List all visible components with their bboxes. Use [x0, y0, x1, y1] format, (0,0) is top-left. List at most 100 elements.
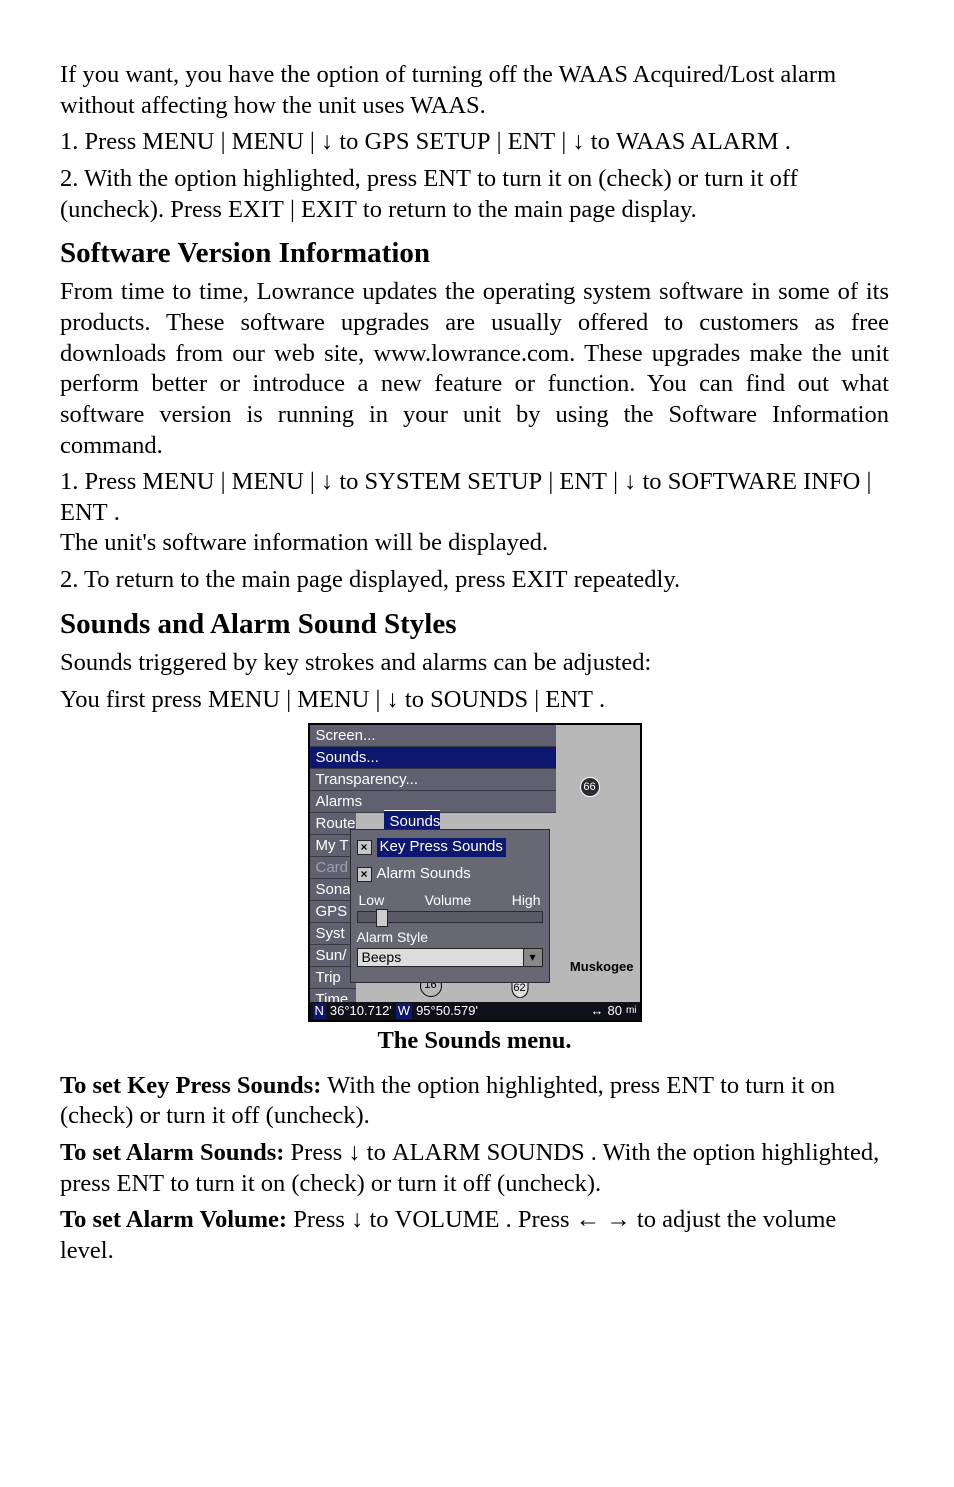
label: To set Alarm Sounds: [60, 1139, 284, 1166]
key-ent: ENT [545, 686, 593, 713]
key-menu: MENU [297, 686, 369, 713]
bar: | [310, 128, 315, 155]
volume-slider[interactable] [357, 911, 543, 923]
bar: | [286, 686, 291, 713]
down-to: ↓ to [572, 128, 616, 155]
menu-item-transparency[interactable]: Transparency... [310, 769, 556, 791]
bar: | [376, 686, 381, 713]
checkbox-icon: × [357, 840, 372, 855]
label: To set Key Press Sounds: [60, 1072, 321, 1099]
key-menu: MENU [208, 686, 280, 713]
volume-low-label: Low [359, 892, 385, 910]
volume-thumb[interactable] [376, 909, 388, 927]
txt: 2. To return to the main page displayed,… [60, 566, 512, 593]
status-n: N [313, 1003, 326, 1019]
txt: The unit's software information will be … [60, 529, 548, 556]
key-ent: ENT [60, 499, 108, 526]
alarm-style-label: Alarm Style [357, 929, 543, 947]
bar: | [561, 128, 566, 155]
status-zoom: 80 [607, 1003, 621, 1019]
sv-step-2: 2. To return to the main page displayed,… [60, 565, 889, 596]
key-volume: VOLUME [395, 1206, 500, 1233]
txt: repeatedly. [574, 566, 681, 593]
bar: | [866, 468, 871, 495]
txt: You first press [60, 686, 208, 713]
menu-item-sounds[interactable]: Sounds... [310, 747, 556, 769]
route-badge-66: 66 [580, 777, 600, 797]
volume-title: Volume [425, 892, 472, 910]
bar: | [613, 468, 618, 495]
label: To set Alarm Volume: [60, 1206, 287, 1233]
set-key-press-sounds: To set Key Press Sounds: With the option… [60, 1071, 889, 1132]
period: . [599, 686, 605, 713]
status-bar: N 36°10.712' W 95°50.579' ↔ 80 mi [310, 1002, 640, 1020]
checkbox-label: Alarm Sounds [377, 865, 471, 884]
key-waas-alarm: WAAS ALARM [616, 128, 779, 155]
sounds-press: You first press MENU | MENU | ↓ to SOUND… [60, 685, 889, 716]
heading-software-version: Software Version Information [60, 235, 889, 271]
volume-high-label: High [512, 892, 541, 910]
key-menu: MENU [232, 468, 304, 495]
key-software-info: SOFTWARE INFO [668, 468, 861, 495]
volume-control: Low Volume High [357, 892, 543, 924]
txt: Press ↓ to [291, 1139, 392, 1166]
down-to: ↓ to [624, 468, 668, 495]
bar: | [534, 686, 539, 713]
status-w: W [396, 1003, 412, 1019]
checkbox-key-press-sounds[interactable]: × Key Press Sounds [357, 838, 543, 857]
menu-item-screen[interactable]: Screen... [310, 725, 556, 747]
down-to: ↓ to [387, 686, 431, 713]
intro-paragraph: If you want, you have the option of turn… [60, 60, 889, 121]
key-menu: MENU [142, 468, 214, 495]
txt: 1. Press [60, 468, 142, 495]
period: . [114, 499, 120, 526]
key-exit: EXIT [301, 196, 357, 223]
key-ent: ENT [559, 468, 607, 495]
checkbox-label: Key Press Sounds [377, 838, 506, 857]
key-system-setup: SYSTEM SETUP [365, 468, 543, 495]
status-zoom-unit: mi [626, 1005, 637, 1018]
dropdown-arrow-icon[interactable]: ▾ [524, 948, 543, 967]
figure-caption: The Sounds menu. [377, 1026, 571, 1057]
bar: | [497, 128, 502, 155]
bar: | [221, 128, 226, 155]
txt: 2. With the option highlighted, press [60, 165, 423, 192]
set-alarm-sounds: To set Alarm Sounds: Press ↓ to ALARM SO… [60, 1138, 889, 1199]
sounds-paragraph: Sounds triggered by key strokes and alar… [60, 648, 889, 679]
waas-step-2: 2. With the option highlighted, press EN… [60, 164, 889, 225]
bar: | [221, 468, 226, 495]
map-label-muskogee: Muskogee [570, 959, 634, 975]
key-exit: EXIT [228, 196, 284, 223]
status-lat: 36°10.712' [330, 1003, 392, 1019]
sounds-panel: × Key Press Sounds × Alarm Sounds Low Vo… [350, 829, 550, 983]
device-figure: 66 Muskogee 16 62 Screen... Sounds... Tr… [60, 723, 889, 1067]
txt: Press ↓ to [293, 1206, 394, 1233]
status-lon: 95°50.579' [416, 1003, 478, 1019]
software-version-paragraph: From time to time, Lowrance updates the … [60, 277, 889, 461]
alarm-style-select[interactable]: Beeps ▾ [357, 948, 543, 967]
txt: 1. Press [60, 128, 142, 155]
checkbox-icon: × [357, 867, 372, 882]
down-to: ↓ to [321, 468, 365, 495]
bar: | [290, 196, 295, 223]
alarm-style-value: Beeps [357, 948, 524, 967]
zoom-arrows-icon: ↔ [590, 1003, 603, 1019]
device-screen: 66 Muskogee 16 62 Screen... Sounds... Tr… [308, 723, 642, 1022]
key-alarm-sounds: ALARM SOUNDS [392, 1139, 585, 1166]
txt: to turn it on (check) or turn it off (un… [170, 1170, 601, 1197]
waas-step-1: 1. Press MENU | MENU | ↓ to GPS SETUP | … [60, 127, 889, 158]
bar: | [548, 468, 553, 495]
key-ent: ENT [423, 165, 471, 192]
key-ent: ENT [508, 128, 556, 155]
key-ent: ENT [666, 1072, 714, 1099]
key-ent: ENT [116, 1170, 164, 1197]
sv-step-1: 1. Press MENU | MENU | ↓ to SYSTEM SETUP… [60, 467, 889, 559]
heading-sounds: Sounds and Alarm Sound Styles [60, 606, 889, 642]
key-sounds: SOUNDS [430, 686, 528, 713]
key-exit: EXIT [512, 566, 568, 593]
down-to: ↓ to [321, 128, 365, 155]
set-alarm-volume: To set Alarm Volume: Press ↓ to VOLUME .… [60, 1205, 889, 1266]
checkbox-alarm-sounds[interactable]: × Alarm Sounds [357, 865, 543, 884]
key-menu: MENU [142, 128, 214, 155]
key-gps-setup: GPS SETUP [365, 128, 491, 155]
